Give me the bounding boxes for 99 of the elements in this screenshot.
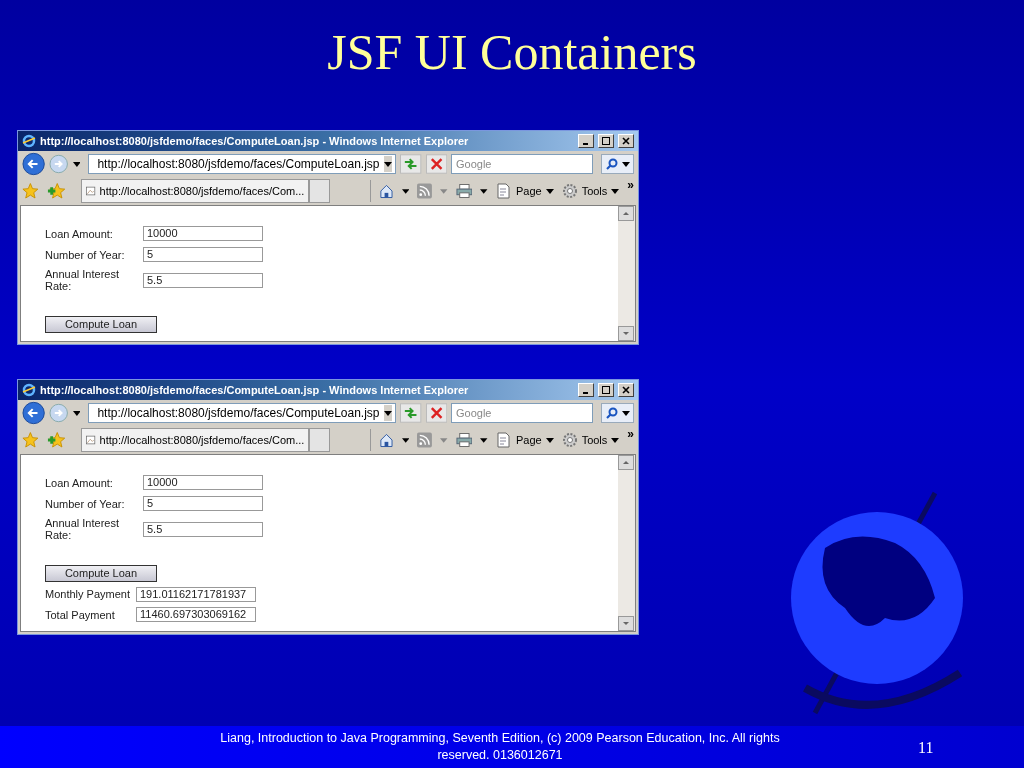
text-field[interactable]: 10000 — [143, 226, 263, 241]
dropdown-caret-icon[interactable] — [383, 410, 392, 416]
dropdown-caret-icon[interactable] — [545, 188, 554, 194]
result-label: Total Payment — [45, 607, 116, 623]
browser-logo-icon — [22, 134, 36, 148]
page-icon — [86, 185, 96, 197]
maximize-icon — [602, 137, 610, 145]
search-button[interactable] — [601, 403, 634, 423]
field-label: Number of Year: — [45, 497, 126, 510]
tab-title: http://localhost:8080/jsfdemo/faces/Com... — [99, 432, 305, 448]
result-label: Monthly Payment — [45, 587, 131, 602]
command-menu-button[interactable]: Tools — [561, 182, 620, 200]
printer-icon[interactable] — [455, 183, 473, 199]
stop-icon[interactable] — [425, 154, 447, 174]
search-button[interactable] — [601, 154, 634, 174]
close-icon — [622, 137, 630, 145]
back-button[interactable] — [22, 152, 46, 176]
field-label: Annual Interest Rate: — [45, 517, 120, 541]
maximize-button[interactable] — [598, 383, 614, 397]
address-bar[interactable]: http://localhost:8080/jsfdemo/faces/ComputeLoan.jsp — [88, 403, 397, 423]
minimize-button[interactable] — [578, 383, 594, 397]
command-menu-button[interactable]: Page — [495, 431, 554, 449]
dropdown-caret-icon[interactable] — [480, 437, 488, 443]
printer-icon[interactable] — [455, 432, 473, 448]
address-bar[interactable]: http://localhost:8080/jsfdemo/faces/ComputeLoan.jsp — [88, 154, 397, 174]
address-dropdown-button[interactable] — [383, 156, 392, 172]
page-icon — [495, 183, 512, 199]
field-label: Number of Year: — [45, 248, 126, 261]
scroll-down-icon[interactable] — [618, 326, 634, 341]
back-button[interactable] — [22, 401, 46, 425]
dropdown-caret-icon[interactable] — [611, 188, 620, 194]
compute-button[interactable]: Compute Loan — [45, 565, 157, 582]
text-field[interactable]: 5 — [143, 496, 263, 511]
browser-tab[interactable]: http://localhost:8080/jsfdemo/faces/Com... — [81, 428, 310, 452]
dropdown-caret-icon[interactable] — [480, 188, 488, 194]
address-dropdown-button[interactable] — [383, 405, 392, 421]
dropdown-caret-icon[interactable] — [401, 188, 410, 194]
command-menu-button[interactable]: Tools — [561, 431, 620, 449]
more-chevron[interactable]: » — [627, 428, 634, 440]
result-field: 11460.697303069162 — [136, 607, 256, 623]
scroll-up-icon[interactable] — [618, 206, 634, 221]
search-icon — [605, 158, 618, 170]
scroll-up-icon[interactable] — [618, 455, 634, 470]
page-icon — [495, 432, 512, 448]
dropdown-caret-icon[interactable] — [72, 161, 81, 167]
command-menu-button[interactable]: Page — [495, 182, 554, 200]
scrollbar[interactable] — [618, 455, 635, 631]
star-icon[interactable] — [22, 182, 39, 200]
scrollbar[interactable] — [618, 206, 635, 341]
window-title: http://localhost:8080/jsfdemo/faces/ComputeLoan.jsp - Windows Internet Explorer — [40, 382, 469, 398]
text-field[interactable]: 5.5 — [143, 521, 263, 537]
compute-button[interactable]: Compute Loan — [45, 316, 157, 333]
text-field[interactable]: 5.5 — [143, 272, 263, 288]
page-icon — [86, 434, 96, 446]
gear-icon — [561, 432, 578, 448]
text-field[interactable]: 5 — [143, 247, 263, 262]
maximize-icon — [602, 386, 610, 394]
browser-logo-icon — [22, 383, 36, 397]
close-icon — [622, 386, 630, 394]
dropdown-caret-icon[interactable] — [545, 437, 554, 443]
slide-title: JSF UI Containers — [327, 23, 697, 82]
add-star-icon[interactable] — [46, 431, 66, 449]
browser-tab[interactable]: http://localhost:8080/jsfdemo/faces/Com... — [81, 179, 310, 203]
search-icon — [605, 407, 618, 419]
close-button[interactable] — [618, 383, 634, 397]
refresh-icon[interactable] — [400, 154, 422, 174]
dropdown-caret-icon[interactable] — [621, 161, 630, 167]
dropdown-caret-icon[interactable] — [383, 161, 392, 167]
dropdown-caret-icon[interactable] — [401, 437, 410, 443]
dropdown-caret-icon[interactable] — [72, 410, 81, 416]
stop-icon[interactable] — [425, 403, 447, 423]
tab-title: http://localhost:8080/jsfdemo/faces/Com... — [99, 183, 305, 199]
minimize-button[interactable] — [578, 134, 594, 148]
feed-icon[interactable] — [417, 183, 433, 199]
home-icon[interactable] — [379, 432, 394, 448]
search-field[interactable]: Google — [451, 154, 593, 174]
close-button[interactable] — [618, 134, 634, 148]
scroll-down-icon[interactable] — [618, 616, 634, 631]
result-field: 191.01162171781937 — [136, 586, 256, 602]
add-star-icon[interactable] — [46, 182, 66, 200]
gear-icon — [561, 183, 578, 199]
address-text: http://localhost:8080/jsfdemo/faces/ComputeLoan.jsp — [97, 156, 380, 173]
refresh-icon[interactable] — [400, 403, 422, 423]
home-icon[interactable] — [379, 183, 394, 199]
footer-text: Liang, Introduction to Java Programming, Seventh Edition, (c) 2009 Pearson Education, Inc. All rights reserved. 0136012671 — [219, 730, 781, 764]
dropdown-caret-icon[interactable] — [621, 410, 630, 416]
star-icon[interactable] — [22, 431, 39, 449]
address-text: http://localhost:8080/jsfdemo/faces/ComputeLoan.jsp — [97, 405, 380, 422]
feed-icon[interactable] — [417, 432, 433, 448]
more-chevron[interactable]: » — [627, 179, 634, 191]
dropdown-caret-icon[interactable] — [611, 437, 620, 443]
field-label: Loan Amount: — [45, 227, 114, 240]
window-title: http://localhost:8080/jsfdemo/faces/ComputeLoan.jsp - Windows Internet Explorer — [40, 133, 469, 149]
field-label: Annual Interest Rate: — [45, 268, 120, 292]
search-field[interactable]: Google — [451, 403, 593, 423]
text-field[interactable]: 10000 — [143, 475, 263, 490]
field-label: Loan Amount: — [45, 476, 114, 489]
page-number: 11 — [918, 738, 934, 758]
maximize-button[interactable] — [598, 134, 614, 148]
